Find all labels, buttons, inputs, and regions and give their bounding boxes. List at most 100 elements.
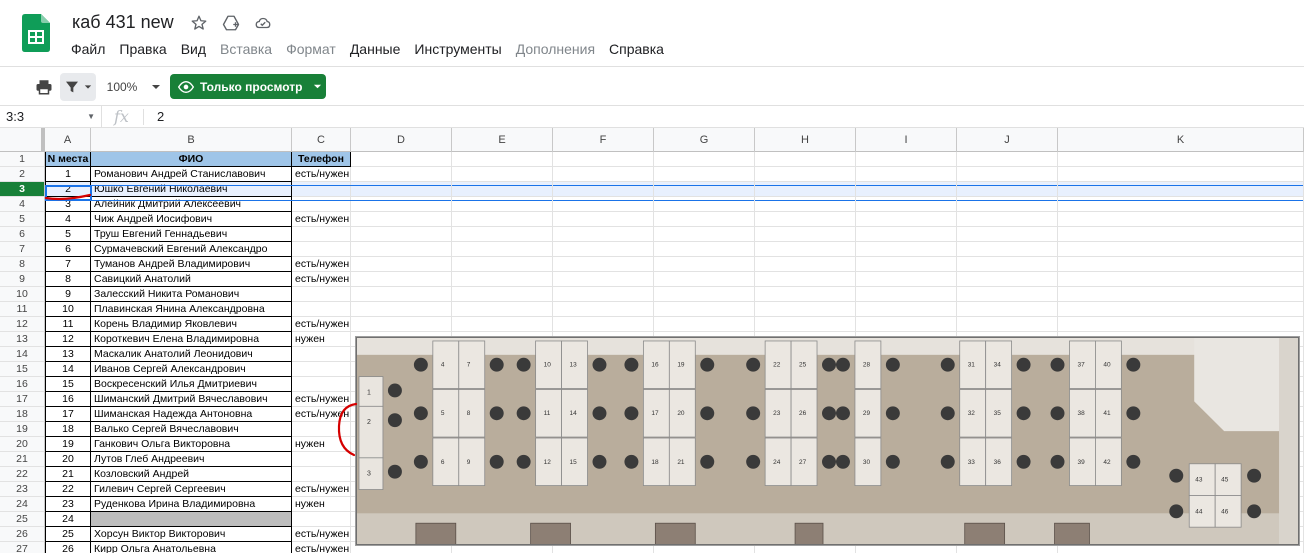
column-header[interactable]: C <box>292 128 351 152</box>
row-header[interactable]: 11 <box>0 302 45 317</box>
row-header[interactable]: 2 <box>0 167 45 182</box>
menu-item[interactable]: Файл <box>64 40 112 58</box>
select-all-corner[interactable] <box>0 128 45 152</box>
full-name-cell[interactable]: Савицкий Анатолий <box>91 272 292 287</box>
phone-cell[interactable]: нужен <box>292 437 351 452</box>
empty-cells[interactable] <box>351 257 1304 272</box>
row-header[interactable]: 16 <box>0 377 45 392</box>
row-header[interactable]: 6 <box>0 227 45 242</box>
empty-cells[interactable] <box>351 242 1304 257</box>
seat-number-cell[interactable]: 25 <box>45 527 91 542</box>
name-box[interactable]: 3:3 ▼ <box>0 106 102 128</box>
full-name-cell[interactable]: Лутов Глеб Андреевич <box>91 452 292 467</box>
seat-number-cell[interactable]: 22 <box>45 482 91 497</box>
phone-cell[interactable]: нужен <box>292 332 351 347</box>
full-name-cell[interactable]: Залесский Никита Романович <box>91 287 292 302</box>
floor-plan-image[interactable]: 1234 75 86 910 1311 1412 1516 1917 2018 2122 2523 2… <box>355 336 1300 546</box>
filter-views-button[interactable] <box>60 73 96 101</box>
phone-cell[interactable]: есть/нужен <box>292 527 351 542</box>
phone-cell[interactable] <box>292 512 351 527</box>
menu-item[interactable]: Вид <box>174 40 213 58</box>
seat-number-cell[interactable]: 4 <box>45 212 91 227</box>
empty-cells[interactable] <box>351 287 1304 302</box>
phone-cell[interactable]: есть/нужен <box>292 407 351 422</box>
column-header[interactable]: A <box>45 128 91 152</box>
seat-number-cell[interactable]: 15 <box>45 377 91 392</box>
full-name-cell[interactable]: Руденкова Ирина Владимировна <box>91 497 292 512</box>
row-header[interactable]: 18 <box>0 407 45 422</box>
full-name-cell[interactable]: Чиж Андрей Иосифович <box>91 212 292 227</box>
row-header[interactable]: 25 <box>0 512 45 527</box>
row-header[interactable]: 24 <box>0 497 45 512</box>
phone-cell[interactable] <box>292 347 351 362</box>
full-name-cell[interactable]: Труш Евгений Геннадьевич <box>91 227 292 242</box>
full-name-cell[interactable]: Шиманский Дмитрий Вячеславович <box>91 392 292 407</box>
full-name-cell[interactable]: Воскресенский Илья Дмитриевич <box>91 377 292 392</box>
full-name-cell[interactable]: Туманов Андрей Владимирович <box>91 257 292 272</box>
menu-item[interactable]: Правка <box>112 40 173 58</box>
row-header[interactable]: 8 <box>0 257 45 272</box>
row-header[interactable]: 19 <box>0 422 45 437</box>
seat-number-cell[interactable]: 17 <box>45 407 91 422</box>
full-name-cell[interactable]: Юшко Евгений Николаевич <box>91 182 292 197</box>
seat-number-cell[interactable]: 18 <box>45 422 91 437</box>
header-phone[interactable]: Телефон <box>292 152 351 167</box>
phone-cell[interactable] <box>292 467 351 482</box>
zoom-select[interactable]: 100% <box>106 73 162 101</box>
column-header[interactable]: E <box>452 128 553 152</box>
seat-number-cell[interactable]: 26 <box>45 542 91 553</box>
column-header[interactable]: F <box>553 128 654 152</box>
menu-item[interactable]: Инструменты <box>407 40 508 58</box>
column-header[interactable]: K <box>1058 128 1304 152</box>
full-name-cell[interactable]: Алейник Дмитрий Алексеевич <box>91 197 292 212</box>
row-header[interactable]: 27 <box>0 542 45 553</box>
row-header[interactable]: 26 <box>0 527 45 542</box>
full-name-cell[interactable]: Корень Владимир Яковлевич <box>91 317 292 332</box>
column-header[interactable]: H <box>755 128 856 152</box>
header-seat-number[interactable]: N места <box>45 152 91 167</box>
phone-cell[interactable]: есть/нужен <box>292 272 351 287</box>
full-name-cell[interactable]: Валько Сергей Вячеславович <box>91 422 292 437</box>
full-name-cell[interactable]: Романович Андрей Станиславович <box>91 167 292 182</box>
phone-cell[interactable] <box>292 197 351 212</box>
phone-cell[interactable]: есть/нужен <box>292 482 351 497</box>
column-header[interactable]: G <box>654 128 755 152</box>
row-header[interactable]: 22 <box>0 467 45 482</box>
empty-cells[interactable] <box>351 197 1304 212</box>
seat-number-cell[interactable]: 6 <box>45 242 91 257</box>
full-name-cell[interactable]: Гилевич Сергей Сергеевич <box>91 482 292 497</box>
empty-cells[interactable] <box>351 212 1304 227</box>
row-header[interactable]: 5 <box>0 212 45 227</box>
column-header[interactable]: B <box>91 128 292 152</box>
menu-item[interactable]: Данные <box>343 40 408 58</box>
full-name-cell[interactable]: Козловский Андрей <box>91 467 292 482</box>
phone-cell[interactable] <box>292 377 351 392</box>
full-name-cell[interactable]: Ганкович Ольга Викторовна <box>91 437 292 452</box>
print-button[interactable] <box>31 73 57 101</box>
phone-cell[interactable] <box>292 287 351 302</box>
full-name-cell[interactable] <box>91 512 292 527</box>
phone-cell[interactable]: есть/нужен <box>292 212 351 227</box>
phone-cell[interactable]: нужен <box>292 497 351 512</box>
column-header[interactable]: D <box>351 128 452 152</box>
phone-cell[interactable] <box>292 302 351 317</box>
row-header[interactable]: 3 <box>0 182 45 197</box>
full-name-cell[interactable]: Маскалик Анатолий Леонидович <box>91 347 292 362</box>
seat-number-cell[interactable]: 8 <box>45 272 91 287</box>
row-header[interactable]: 15 <box>0 362 45 377</box>
phone-cell[interactable]: есть/нужен <box>292 317 351 332</box>
seat-number-cell[interactable]: 7 <box>45 257 91 272</box>
empty-cells[interactable] <box>351 272 1304 287</box>
phone-cell[interactable]: есть/нужен <box>292 542 351 553</box>
seat-number-cell[interactable]: 14 <box>45 362 91 377</box>
row-header[interactable]: 10 <box>0 287 45 302</box>
view-only-button[interactable]: Только просмотр <box>170 74 326 99</box>
seat-number-cell[interactable]: 9 <box>45 287 91 302</box>
full-name-cell[interactable]: Короткевич Елена Владимировна <box>91 332 292 347</box>
row-header[interactable]: 13 <box>0 332 45 347</box>
header-full-name[interactable]: ФИО <box>91 152 292 167</box>
seat-number-cell[interactable]: 21 <box>45 467 91 482</box>
phone-cell[interactable] <box>292 227 351 242</box>
move-to-drive-icon[interactable] <box>220 12 242 34</box>
phone-cell[interactable]: есть/нужен <box>292 257 351 272</box>
